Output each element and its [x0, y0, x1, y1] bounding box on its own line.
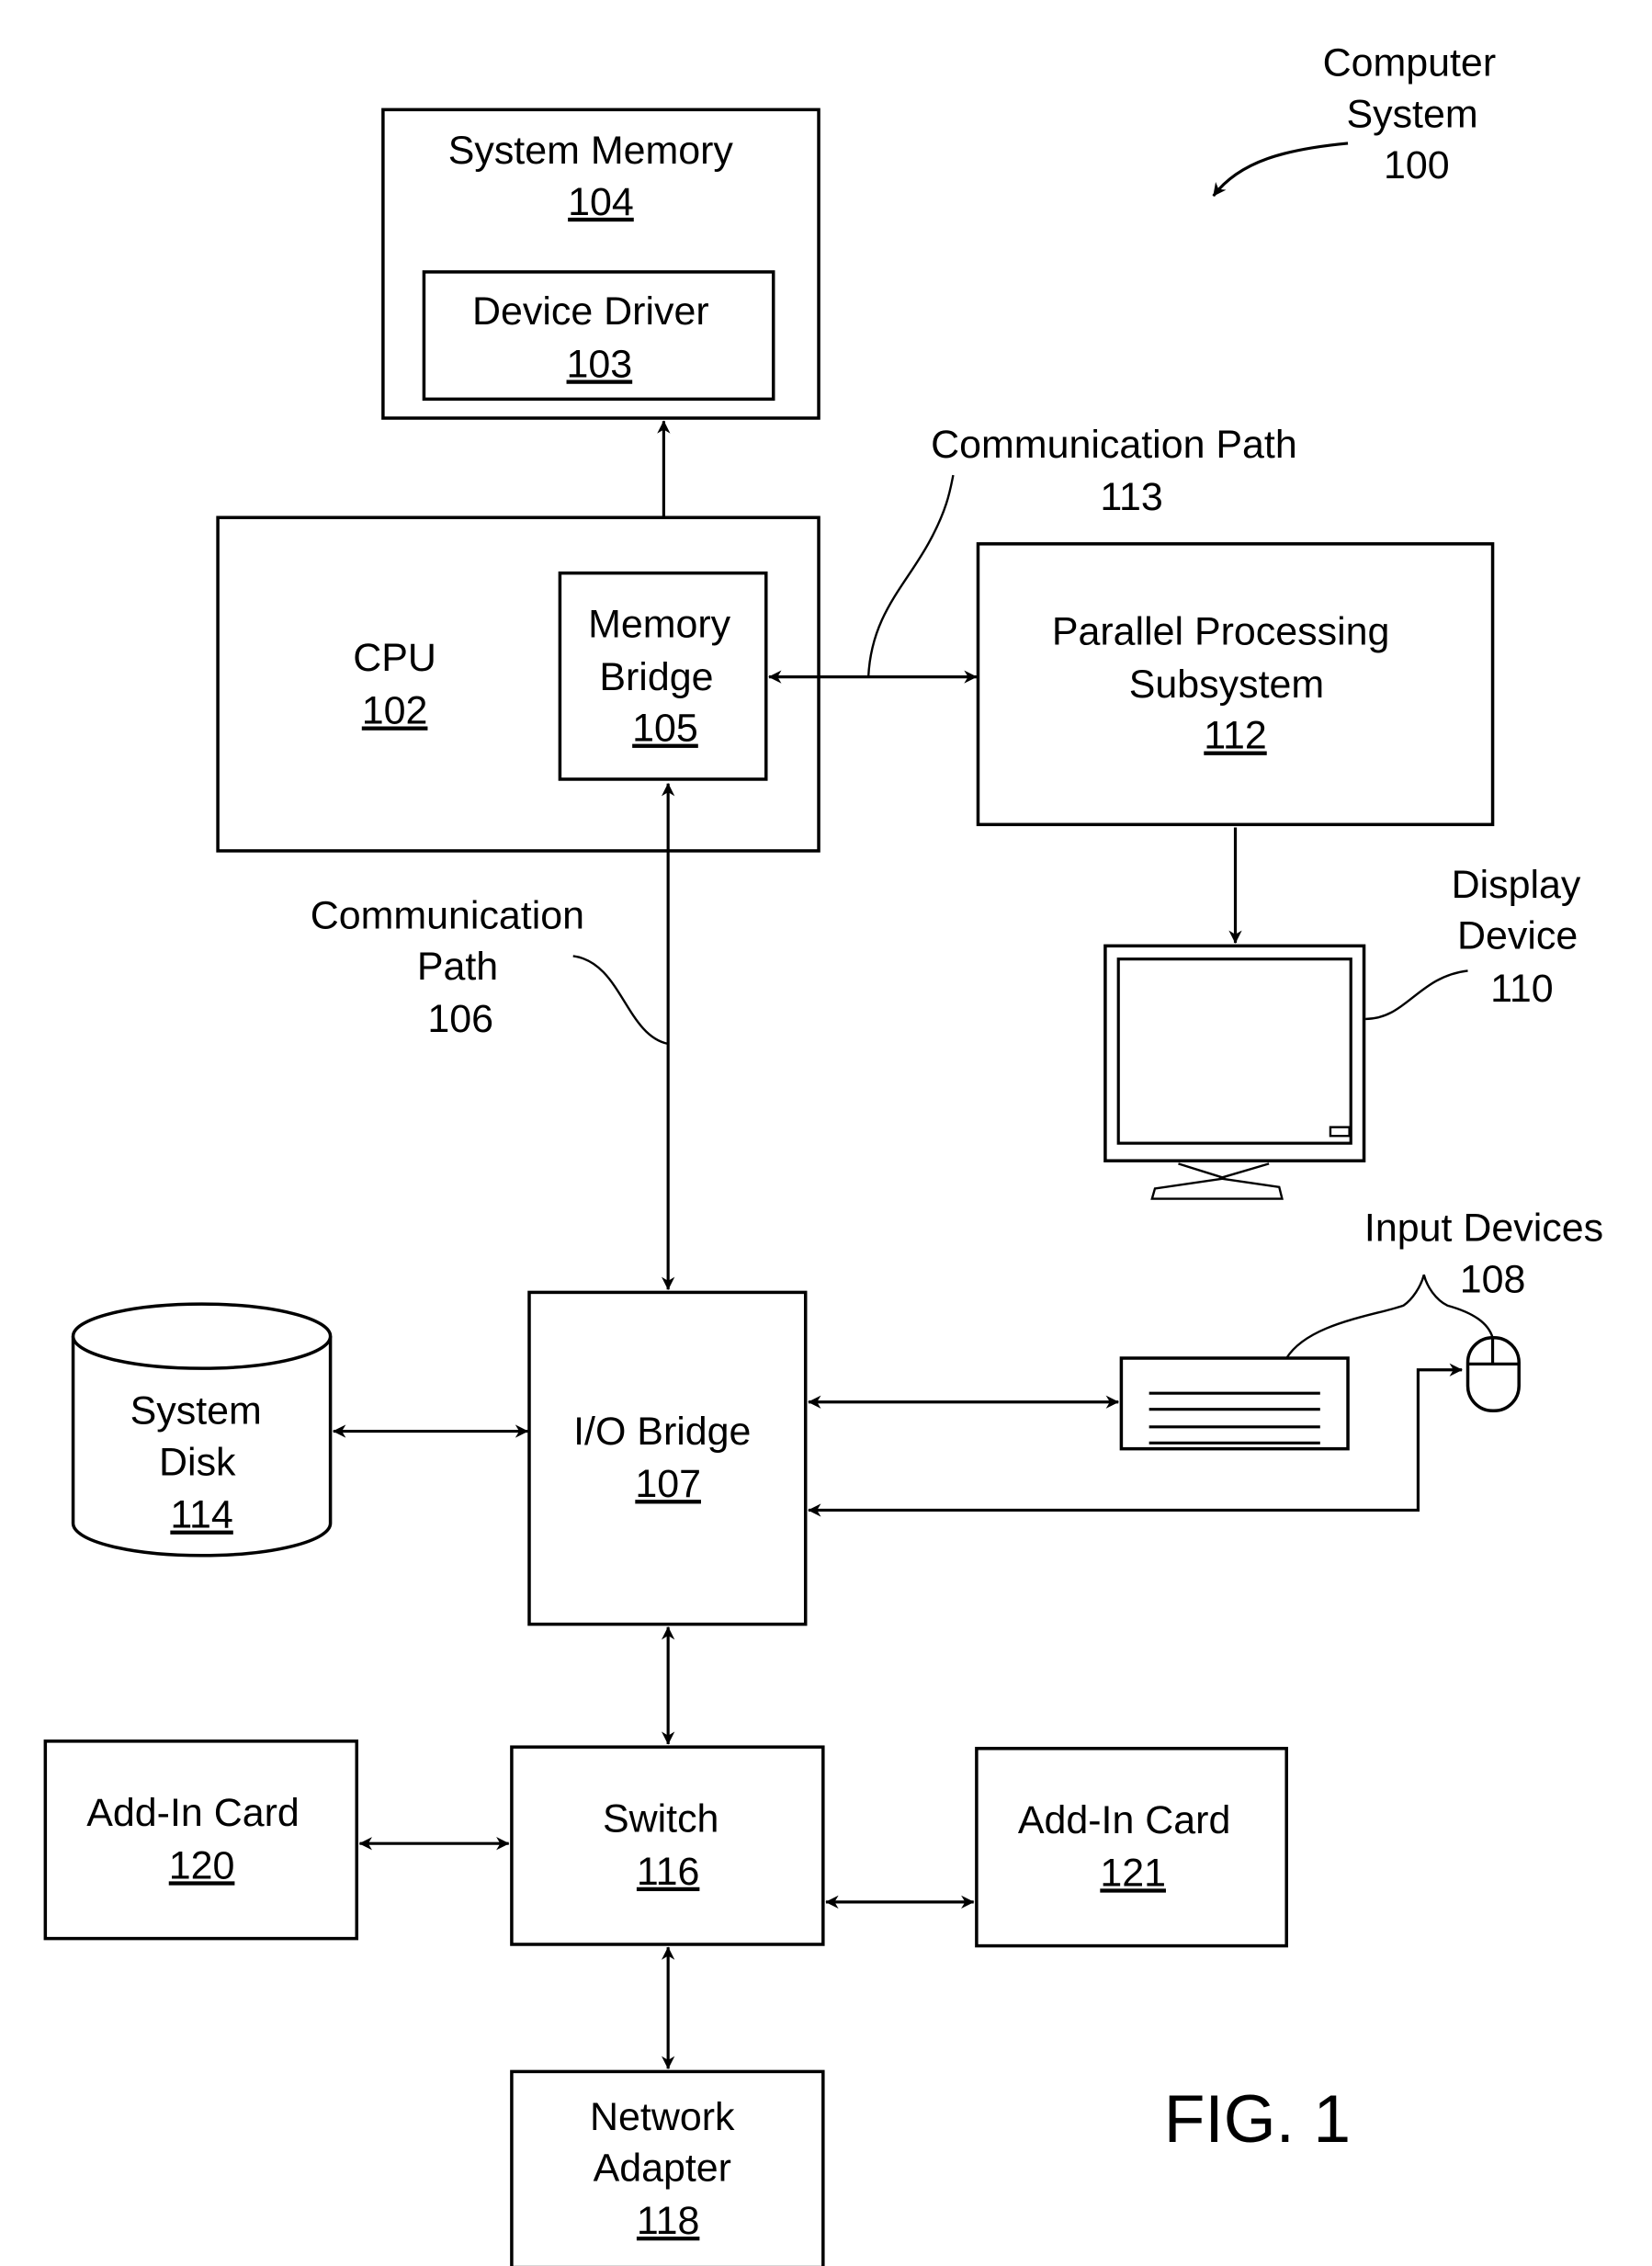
computer-system-diagram: Computer System 100 System Memory 104 De… — [43, 41, 1603, 2266]
add-in-card-121-block[interactable]: Add-In Card 121 — [975, 1747, 1288, 1948]
display-device-ref: 110 — [1490, 967, 1553, 1011]
memory-bridge-label-line-1: Memory — [588, 603, 731, 647]
memory-bridge-label-line-2: Bridge — [599, 655, 713, 699]
io-bridge-label: I/O Bridge — [573, 1410, 751, 1454]
computer-system-line-2: System — [1346, 92, 1477, 136]
mouse-icon — [1465, 1335, 1521, 1413]
computer-system-label: Computer System 100 — [1212, 41, 1497, 198]
device-driver-label: Device Driver — [472, 289, 709, 334]
cpu-label: CPU — [353, 636, 436, 680]
cpu-ref: 102 — [362, 689, 428, 733]
add-in-card-121-ref: 121 — [1100, 1851, 1166, 1895]
input-devices-ref: 108 — [1460, 1257, 1526, 1301]
input-devices-label: Input Devices — [1364, 1207, 1603, 1251]
parallel-processing-label-line-2: Subsystem — [1129, 663, 1324, 707]
system-memory-ref: 104 — [568, 180, 634, 224]
display-device[interactable]: Display Device 110 — [1103, 863, 1581, 1200]
network-adapter-ref: 118 — [637, 2199, 699, 2243]
device-driver-ref: 103 — [567, 342, 633, 386]
display-device-label-line-2: Device — [1457, 914, 1578, 958]
system-disk-label-line-1: System — [130, 1389, 262, 1433]
comm-path-113-label: Communication Path — [931, 423, 1297, 467]
computer-system-line-1: Computer — [1323, 41, 1497, 85]
parallel-processing-label-line-1: Parallel Processing — [1052, 610, 1390, 654]
display-device-label-line-1: Display — [1452, 863, 1581, 907]
io-bridge-block[interactable]: I/O Bridge 107 — [527, 1290, 808, 1626]
switch-ref: 116 — [637, 1850, 699, 1894]
computer-system-pointer-arrow — [1212, 142, 1349, 198]
computer-system-ref: 100 — [1384, 143, 1450, 187]
display-device-leader — [1365, 969, 1468, 1021]
figure-title: FIG. 1 — [1164, 2081, 1351, 2157]
comm-path-106-ref: 106 — [427, 997, 493, 1041]
network-adapter-label-line-2: Adapter — [594, 2147, 731, 2191]
network-adapter-label-line-1: Network — [590, 2095, 735, 2139]
system-disk[interactable]: System Disk 114 — [71, 1302, 333, 1558]
monitor-icon — [1103, 944, 1366, 1200]
communication-path-106: Communication Path 106 — [311, 783, 675, 1290]
switch-block[interactable]: Switch 116 — [510, 1745, 825, 1946]
memory-bridge-block[interactable]: Memory Bridge 105 — [558, 571, 768, 781]
keyboard-icon — [1119, 1356, 1350, 1451]
io-bridge-ref: 107 — [635, 1462, 701, 1506]
add-in-card-120-block[interactable]: Add-In Card 120 — [43, 1739, 358, 1941]
comm-path-106-label-line-1: Communication — [311, 893, 584, 937]
add-in-card-121-label: Add-In Card — [1018, 1798, 1231, 1842]
add-in-card-120-label: Add-In Card — [86, 1791, 300, 1835]
system-memory-label: System Memory — [448, 129, 734, 173]
system-disk-ref: 114 — [170, 1493, 232, 1537]
network-adapter-block[interactable]: Network Adapter 118 — [510, 2069, 825, 2266]
comm-path-113-leader — [866, 474, 955, 677]
add-in-card-120-ref: 120 — [169, 1843, 235, 1887]
switch-label: Switch — [603, 1796, 719, 1841]
parallel-processing-ref: 112 — [1204, 714, 1266, 758]
device-driver-block[interactable]: Device Driver 103 — [422, 270, 775, 402]
comm-path-106-label-line-2: Path — [417, 945, 498, 989]
input-devices[interactable]: Input Devices 108 — [808, 1207, 1603, 1517]
comm-path-113-ref: 113 — [1100, 475, 1162, 519]
parallel-processing-subsystem-block[interactable]: Parallel Processing Subsystem 112 — [976, 542, 1495, 827]
memory-bridge-ref: 105 — [632, 707, 698, 751]
system-disk-label-line-2: Disk — [159, 1440, 236, 1484]
comm-path-106-leader — [572, 955, 669, 1046]
